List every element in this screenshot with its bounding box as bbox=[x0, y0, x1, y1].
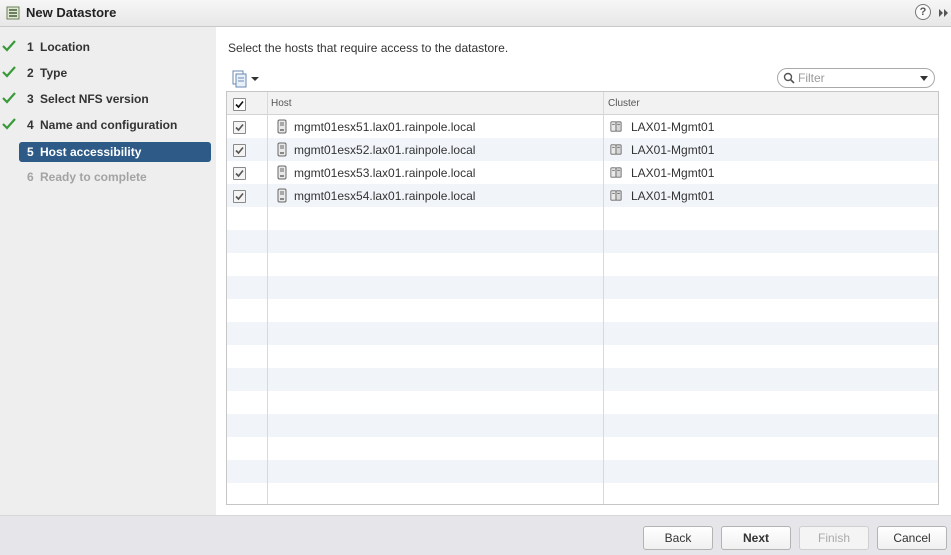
cluster-icon bbox=[610, 121, 622, 132]
instruction-text: Select the hosts that require access to … bbox=[228, 41, 509, 55]
row-checkbox[interactable] bbox=[233, 144, 246, 157]
filter-input[interactable] bbox=[798, 71, 910, 85]
cancel-button[interactable]: Cancel bbox=[877, 526, 947, 550]
datastore-icon bbox=[6, 6, 20, 20]
host-name: mgmt01esx54.lax01.rainpole.local bbox=[294, 189, 476, 203]
title-bar: New Datastore ? bbox=[0, 0, 951, 27]
host-server-icon bbox=[277, 142, 287, 157]
table-row[interactable]: mgmt01esx51.lax01.rainpole.local LAX01-M… bbox=[227, 115, 938, 138]
nav-step-nfs-version[interactable]: 3 Select NFS version bbox=[2, 89, 211, 109]
filter-box[interactable] bbox=[777, 68, 935, 88]
table-row-background bbox=[227, 230, 938, 253]
back-button[interactable]: Back bbox=[643, 526, 713, 550]
column-header-host[interactable]: Host bbox=[271, 98, 292, 109]
step-label: Ready to complete bbox=[40, 170, 147, 184]
table-row-background bbox=[227, 276, 938, 299]
checkmark-icon bbox=[2, 92, 16, 104]
step-label: Name and configuration bbox=[40, 118, 178, 132]
help-icon[interactable]: ? bbox=[915, 4, 931, 20]
row-checkbox[interactable] bbox=[233, 167, 246, 180]
chevron-down-icon[interactable] bbox=[920, 76, 928, 81]
table-row[interactable]: mgmt01esx53.lax01.rainpole.local LAX01-M… bbox=[227, 161, 938, 184]
step-label: Type bbox=[40, 66, 68, 80]
hosts-table: Host Cluster mgmt01esx51.lax01.rainpole.… bbox=[226, 91, 939, 505]
host-server-icon bbox=[277, 119, 287, 134]
checkmark-icon bbox=[2, 118, 16, 130]
step-number: 4 bbox=[27, 118, 34, 132]
wizard-steps-nav: 1 Location 2 Type 3 Select NFS version 4… bbox=[0, 27, 216, 515]
checkmark-icon bbox=[235, 146, 244, 155]
table-header: Host Cluster bbox=[227, 92, 938, 115]
table-row-background bbox=[227, 322, 938, 345]
step-label: Location bbox=[40, 40, 90, 54]
next-button[interactable]: Next bbox=[721, 526, 791, 550]
expand-icon[interactable] bbox=[937, 6, 951, 20]
nav-step-location[interactable]: 1 Location bbox=[2, 37, 211, 57]
step-label: Host accessibility bbox=[40, 145, 142, 159]
step-number: 1 bbox=[27, 40, 34, 54]
dialog-footer: Back Next Finish Cancel bbox=[0, 515, 951, 555]
cluster-name: LAX01-Mgmt01 bbox=[631, 120, 715, 134]
checkmark-icon bbox=[235, 123, 244, 132]
table-row[interactable]: mgmt01esx54.lax01.rainpole.local LAX01-M… bbox=[227, 184, 938, 207]
step-number: 3 bbox=[27, 92, 34, 106]
cluster-icon bbox=[610, 144, 622, 155]
checkmark-icon bbox=[235, 192, 244, 201]
row-checkbox[interactable] bbox=[233, 121, 246, 134]
cluster-icon bbox=[610, 190, 622, 201]
table-row[interactable]: mgmt01esx52.lax01.rainpole.local LAX01-M… bbox=[227, 138, 938, 161]
cluster-icon bbox=[610, 167, 622, 178]
nav-step-type[interactable]: 2 Type bbox=[2, 63, 211, 83]
finish-button: Finish bbox=[799, 526, 869, 550]
search-icon bbox=[783, 72, 795, 84]
row-checkbox[interactable] bbox=[233, 190, 246, 203]
step-number: 2 bbox=[27, 66, 34, 80]
checkmark-icon bbox=[2, 66, 16, 78]
copy-to-clipboard-button[interactable] bbox=[231, 70, 261, 88]
dialog-title: New Datastore bbox=[26, 5, 117, 20]
nav-step-host-accessibility[interactable]: 5 Host accessibility bbox=[19, 142, 211, 162]
nav-step-name-config[interactable]: 4 Name and configuration bbox=[2, 115, 211, 135]
cluster-name: LAX01-Mgmt01 bbox=[631, 189, 715, 203]
checkmark-icon bbox=[235, 169, 244, 178]
host-name: mgmt01esx51.lax01.rainpole.local bbox=[294, 120, 476, 134]
step-label: Select NFS version bbox=[40, 92, 149, 106]
nav-step-ready: 6 Ready to complete bbox=[19, 167, 211, 187]
host-name: mgmt01esx52.lax01.rainpole.local bbox=[294, 143, 476, 157]
host-server-icon bbox=[277, 188, 287, 203]
table-row-background bbox=[227, 368, 938, 391]
table-row-background bbox=[227, 414, 938, 437]
checkmark-icon bbox=[2, 40, 16, 52]
host-name: mgmt01esx53.lax01.rainpole.local bbox=[294, 166, 476, 180]
checkmark-icon bbox=[235, 100, 244, 109]
table-row-background bbox=[227, 460, 938, 483]
host-server-icon bbox=[277, 165, 287, 180]
cluster-name: LAX01-Mgmt01 bbox=[631, 166, 715, 180]
step-number: 5 bbox=[27, 145, 34, 159]
select-all-checkbox[interactable] bbox=[233, 98, 246, 111]
step-number: 6 bbox=[27, 170, 34, 184]
cluster-name: LAX01-Mgmt01 bbox=[631, 143, 715, 157]
column-header-cluster[interactable]: Cluster bbox=[608, 98, 640, 109]
